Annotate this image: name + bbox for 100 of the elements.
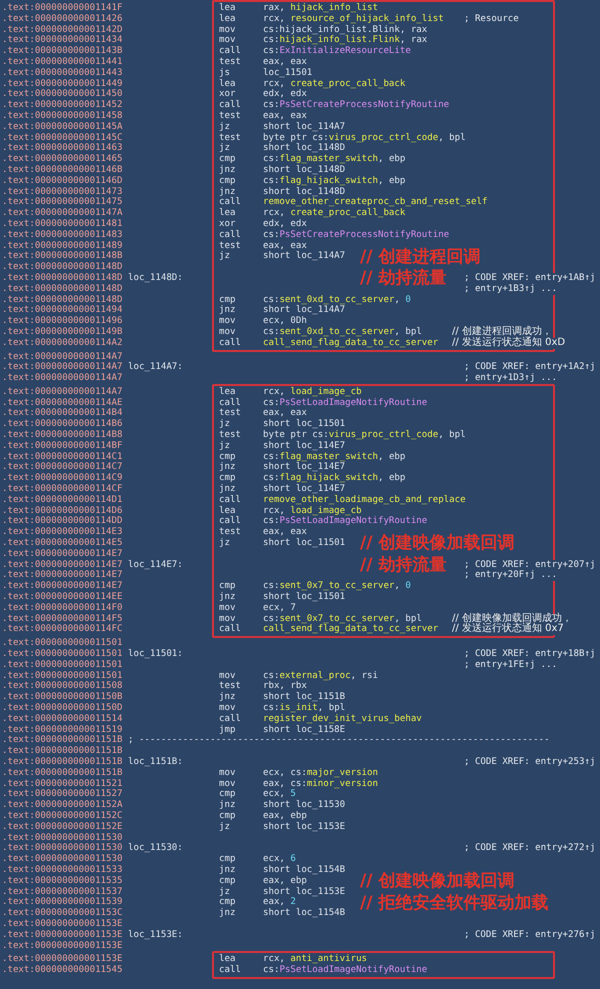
mnemonic-text: mov bbox=[219, 670, 236, 681]
address-text: .text:0000000000011483 bbox=[2, 230, 124, 241]
address-text: .text:0000000000011508 bbox=[2, 681, 124, 692]
address-text: .text:00000000000114F5 bbox=[2, 614, 124, 624]
mnemonic-text: call bbox=[219, 965, 241, 976]
operand-text: eax, eax bbox=[263, 408, 307, 418]
address-text: .text:0000000000011501 bbox=[2, 638, 124, 649]
mnemonic-text: jz bbox=[219, 251, 230, 262]
address-text: .text:000000000001152A bbox=[2, 800, 124, 811]
mnemonic-text: lea bbox=[219, 78, 236, 89]
mnemonic-text: lea bbox=[219, 14, 236, 24]
address-text: .text:000000000001151B bbox=[2, 756, 124, 768]
mnemonic-text: test bbox=[219, 681, 241, 692]
code-label: loc_1153E: bbox=[128, 930, 184, 941]
code-label: loc_11530: bbox=[128, 843, 184, 854]
code-label: loc_11501: bbox=[128, 649, 184, 660]
address-text: .text:000000000001141F bbox=[2, 3, 124, 14]
mnemonic-text: mov bbox=[219, 24, 236, 35]
comment-text: ; CODE XREF: entry+207↑j bbox=[464, 560, 596, 570]
operand-text: ecx, cs:major_version bbox=[263, 768, 378, 778]
operand-text: short loc_114E7 bbox=[263, 462, 346, 472]
mnemonic-text: cmp bbox=[219, 854, 236, 864]
comment-text: ; CODE XREF: entry+1AB↑j bbox=[464, 272, 596, 284]
address-text: .text:0000000000011530 bbox=[2, 843, 124, 854]
mnemonic-text: call bbox=[219, 338, 241, 348]
operand-text: short loc_11501 bbox=[263, 592, 346, 602]
annotation-text: // 劫持流量 bbox=[360, 268, 446, 288]
mnemonic-text: jnz bbox=[219, 592, 236, 602]
address-text: .text:0000000000011527 bbox=[2, 789, 124, 800]
operand-text: rcx, create_proc_call_back bbox=[263, 78, 406, 89]
address-text: .text:0000000000011489 bbox=[2, 240, 124, 251]
mnemonic-text: cmp bbox=[219, 176, 236, 186]
address-text: .text:0000000000011530 bbox=[2, 854, 124, 865]
operand-text: eax, eax bbox=[263, 56, 307, 67]
mnemonic-text: test bbox=[219, 240, 241, 251]
operand-text: loc_11501 bbox=[263, 68, 312, 78]
mnemonic-text: jnz bbox=[219, 908, 236, 918]
operand-text: cs:sent_0xd_to_cc_server, 0 bbox=[263, 294, 411, 305]
comment-text: ; CODE XREF: entry+276↑j bbox=[464, 930, 596, 941]
mnemonic-text: jnz bbox=[219, 692, 236, 702]
comment-text: ; entry+1D3↑j ... bbox=[464, 373, 558, 384]
address-text: .text:000000000001146B bbox=[2, 164, 124, 176]
operand-text: edx, edx bbox=[263, 218, 307, 229]
address-text: .text:0000000000011494 bbox=[2, 305, 124, 316]
operand-text: cs:PsSetLoadImageNotifyRoutine bbox=[263, 398, 428, 408]
address-text: .text:00000000000114A7 bbox=[2, 386, 124, 398]
address-text: .text:000000000001148D bbox=[2, 284, 124, 295]
address-text: .text:000000000001148D bbox=[2, 294, 124, 305]
operand-text: cs:external_proc, rsi bbox=[263, 670, 378, 681]
mnemonic-text: jnz bbox=[219, 305, 236, 316]
mnemonic-text: cmp bbox=[219, 294, 236, 305]
operand-text: short loc_1154B bbox=[263, 908, 346, 918]
address-text: .text:00000000000114E7 bbox=[2, 581, 124, 592]
mnemonic-text: test bbox=[219, 132, 241, 143]
operand-text: remove_other_loadimage_cb_and_replace bbox=[263, 494, 466, 505]
address-text: .text:00000000000114BF bbox=[2, 440, 124, 452]
mnemonic-text: cmp bbox=[219, 473, 236, 484]
annotation-text: // 创建映像加载回调 bbox=[360, 871, 514, 892]
operand-text: ecx, 0Dh bbox=[263, 316, 307, 326]
operand-text: cs:flag_master_switch, ebp bbox=[263, 154, 406, 164]
operand-text: cs:sent_0x7_to_cc_server, bpl bbox=[263, 614, 422, 624]
operand-text: cs:hijack_info_list.Flink, rax bbox=[263, 35, 428, 46]
address-text: .text:00000000000114C9 bbox=[2, 473, 124, 484]
address-text: .text:0000000000011519 bbox=[2, 724, 124, 735]
address-text: .text:000000000001153E bbox=[2, 930, 124, 941]
operand-text: cs:PsSetCreateProcessNotifyRoutine bbox=[263, 230, 450, 240]
operand-text: eax, cs:minor_version bbox=[263, 778, 378, 789]
operand-text: short loc_1153E bbox=[263, 822, 346, 832]
mnemonic-text: call bbox=[219, 516, 241, 526]
operand-text: rcx, create_proc_call_back bbox=[263, 208, 406, 218]
operand-text: register_dev_init_virus_behav bbox=[263, 714, 422, 724]
mnemonic-text: jz bbox=[219, 538, 230, 548]
address-text: .text:00000000000114A7 bbox=[2, 352, 124, 362]
operand-text: eax, 2 bbox=[263, 897, 296, 908]
mnemonic-text: mov bbox=[219, 602, 236, 613]
address-text: .text:000000000001147A bbox=[2, 208, 124, 219]
address-text: .text:0000000000011475 bbox=[2, 197, 124, 208]
mnemonic-text: call bbox=[219, 230, 241, 240]
mnemonic-text: cmp bbox=[219, 876, 236, 886]
address-text: .text:000000000001153E bbox=[2, 918, 124, 930]
mnemonic-text: xor bbox=[219, 218, 236, 229]
address-text: .text:0000000000011501 bbox=[2, 660, 124, 671]
mnemonic-text: jz bbox=[219, 886, 230, 897]
comment-text: ; CODE XREF: entry+18B↑j bbox=[464, 649, 596, 660]
operand-text: short loc_1154B bbox=[263, 864, 346, 875]
mnemonic-text: jnz bbox=[219, 164, 236, 175]
code-label: loc_1151B: bbox=[128, 756, 184, 768]
operand-text: cs:flag_hijack_switch, ebp bbox=[263, 473, 406, 484]
address-text: .text:00000000000114E5 bbox=[2, 538, 124, 549]
operand-text: short loc_1158E bbox=[263, 724, 346, 735]
mnemonic-text: lea bbox=[219, 386, 236, 397]
mnemonic-text: call bbox=[219, 100, 241, 110]
operand-text: rax, hijack_info_list bbox=[263, 3, 378, 13]
mnemonic-text: test bbox=[219, 527, 241, 538]
mnemonic-text: mov bbox=[219, 614, 236, 624]
address-text: .text:000000000001145C bbox=[2, 132, 124, 143]
operand-text: remove_other_createproc_cb_and_reset_self bbox=[263, 197, 488, 208]
address-text: .text:000000000001150B bbox=[2, 692, 124, 703]
operand-text: cs:hijack_info_list.Blink, rax bbox=[263, 24, 428, 35]
address-text: .text:00000000000114FC bbox=[2, 624, 124, 636]
